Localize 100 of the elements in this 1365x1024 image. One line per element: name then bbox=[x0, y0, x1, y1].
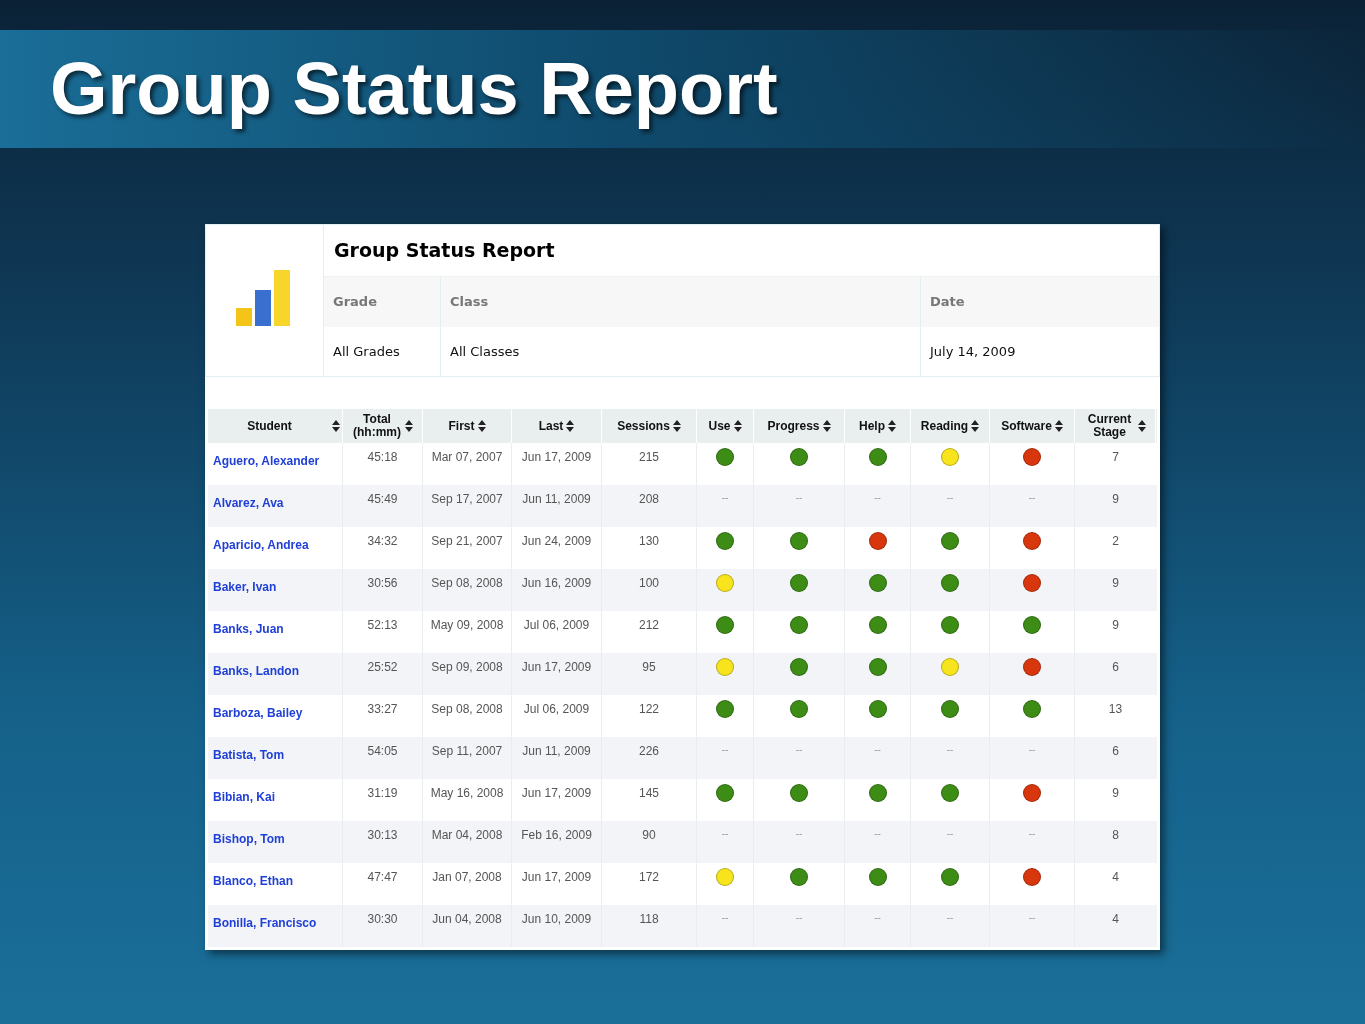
last-date: Jun 16, 2009 bbox=[521, 575, 592, 592]
student-link[interactable]: Baker, Ivan bbox=[213, 580, 277, 594]
no-data-dash: -- bbox=[721, 743, 729, 757]
student-link[interactable]: Bibian, Kai bbox=[213, 790, 275, 804]
student-link[interactable]: Barboza, Bailey bbox=[213, 706, 303, 720]
sessions-count: 226 bbox=[639, 743, 659, 760]
stage-number: 4 bbox=[1112, 869, 1119, 886]
no-data-dash: -- bbox=[721, 827, 729, 841]
first-date: Sep 08, 2008 bbox=[431, 575, 503, 592]
first-date: Mar 07, 2007 bbox=[431, 449, 503, 466]
first-date: Sep 08, 2008 bbox=[431, 701, 503, 718]
stage-number: 13 bbox=[1108, 701, 1123, 718]
first-date: Sep 11, 2007 bbox=[431, 743, 503, 760]
sessions-count: 130 bbox=[639, 533, 659, 550]
stage-number: 9 bbox=[1112, 785, 1119, 802]
sessions-count: 118 bbox=[639, 911, 659, 928]
sessions-count: 145 bbox=[639, 785, 659, 802]
total-time: 30:30 bbox=[367, 911, 398, 928]
no-data-dash: -- bbox=[1028, 743, 1036, 757]
last-date: Jun 11, 2009 bbox=[522, 491, 591, 508]
sort-icon bbox=[405, 420, 413, 432]
student-link[interactable]: Banks, Juan bbox=[213, 622, 284, 636]
filter-value: All Grades bbox=[333, 342, 400, 361]
sort-icon bbox=[332, 420, 340, 432]
stage-number: 9 bbox=[1112, 491, 1119, 508]
last-date: Jul 06, 2009 bbox=[523, 701, 590, 718]
sessions-count: 208 bbox=[639, 491, 659, 508]
first-date: Jan 07, 2008 bbox=[432, 869, 502, 886]
no-data-dash: -- bbox=[1028, 911, 1036, 925]
no-data-dash: -- bbox=[795, 827, 803, 841]
stage-number: 6 bbox=[1112, 743, 1119, 760]
no-data-dash: -- bbox=[1028, 491, 1036, 505]
first-date: Jun 04, 2008 bbox=[432, 911, 502, 928]
sort-icon bbox=[672, 420, 681, 432]
no-data-dash: -- bbox=[874, 491, 881, 505]
total-time: 47:47 bbox=[367, 869, 398, 886]
stage-number: 4 bbox=[1112, 911, 1119, 928]
sessions-count: 172 bbox=[639, 869, 659, 886]
sort-icon bbox=[1137, 420, 1146, 432]
stage-number: 7 bbox=[1112, 449, 1119, 466]
student-link[interactable]: Aguero, Alexander bbox=[213, 454, 320, 468]
stage-number: 8 bbox=[1112, 827, 1119, 844]
student-link[interactable]: Batista, Tom bbox=[213, 748, 285, 762]
sort-icon bbox=[888, 420, 896, 432]
total-time: 34:32 bbox=[367, 533, 398, 550]
total-time: 25:52 bbox=[367, 659, 398, 676]
no-data-dash: -- bbox=[721, 911, 729, 925]
sessions-count: 215 bbox=[639, 449, 659, 466]
no-data-dash: -- bbox=[795, 911, 803, 925]
report-title: Group Status Report bbox=[334, 238, 555, 264]
sessions-count: 100 bbox=[639, 575, 659, 592]
sort-icon bbox=[566, 420, 575, 432]
student-link[interactable]: Banks, Landon bbox=[213, 664, 299, 678]
sort-icon bbox=[971, 420, 980, 432]
total-time: 31:19 bbox=[367, 785, 398, 802]
last-date: Jun 11, 2009 bbox=[522, 743, 591, 760]
last-date: Jun 17, 2009 bbox=[521, 449, 592, 466]
last-date: Jun 17, 2009 bbox=[521, 869, 592, 886]
student-link[interactable]: Aparicio, Andrea bbox=[213, 538, 309, 552]
last-date: Jun 24, 2009 bbox=[521, 533, 592, 550]
first-date: Sep 09, 2008 bbox=[431, 659, 503, 676]
filter-label: Grade bbox=[333, 293, 377, 312]
student-link[interactable]: Blanco, Ethan bbox=[213, 874, 293, 888]
sessions-count: 90 bbox=[642, 827, 656, 844]
no-data-dash: -- bbox=[795, 743, 803, 757]
first-date: Sep 21, 2007 bbox=[431, 533, 503, 550]
student-link[interactable]: Bishop, Tom bbox=[213, 832, 285, 846]
no-data-dash: -- bbox=[946, 743, 954, 757]
first-date: Mar 04, 2008 bbox=[431, 827, 503, 844]
total-time: 45:49 bbox=[367, 491, 398, 508]
total-time: 30:13 bbox=[367, 827, 398, 844]
filter-label: Date bbox=[930, 293, 965, 312]
total-time: 30:56 bbox=[367, 575, 398, 592]
last-date: Jul 06, 2009 bbox=[523, 617, 590, 634]
no-data-dash: -- bbox=[874, 911, 881, 925]
last-date: Jun 17, 2009 bbox=[521, 785, 592, 802]
stage-number: 9 bbox=[1112, 617, 1119, 634]
sessions-count: 122 bbox=[639, 701, 659, 718]
no-data-dash: -- bbox=[874, 743, 881, 757]
sort-icon bbox=[1054, 420, 1063, 432]
first-date: Sep 17, 2007 bbox=[431, 491, 503, 508]
no-data-dash: -- bbox=[946, 827, 954, 841]
filter-value: July 14, 2009 bbox=[930, 342, 1016, 361]
last-date: Jun 17, 2009 bbox=[521, 659, 592, 676]
no-data-dash: -- bbox=[874, 827, 881, 841]
filter-value: All Classes bbox=[450, 342, 520, 361]
sort-icon bbox=[477, 420, 486, 432]
student-link[interactable]: Bonilla, Francisco bbox=[213, 916, 317, 930]
sessions-count: 212 bbox=[639, 617, 659, 634]
filter-label: Class bbox=[450, 293, 489, 312]
total-time: 54:05 bbox=[367, 743, 398, 760]
last-date: Jun 10, 2009 bbox=[521, 911, 592, 928]
total-time: 33:27 bbox=[367, 701, 398, 718]
no-data-dash: -- bbox=[795, 491, 803, 505]
no-data-dash: -- bbox=[721, 491, 729, 505]
last-date: Feb 16, 2009 bbox=[521, 827, 592, 844]
no-data-dash: -- bbox=[946, 911, 954, 925]
first-date: May 09, 2008 bbox=[430, 617, 504, 634]
student-link[interactable]: Alvarez, Ava bbox=[213, 496, 284, 510]
sort-icon bbox=[733, 420, 742, 432]
